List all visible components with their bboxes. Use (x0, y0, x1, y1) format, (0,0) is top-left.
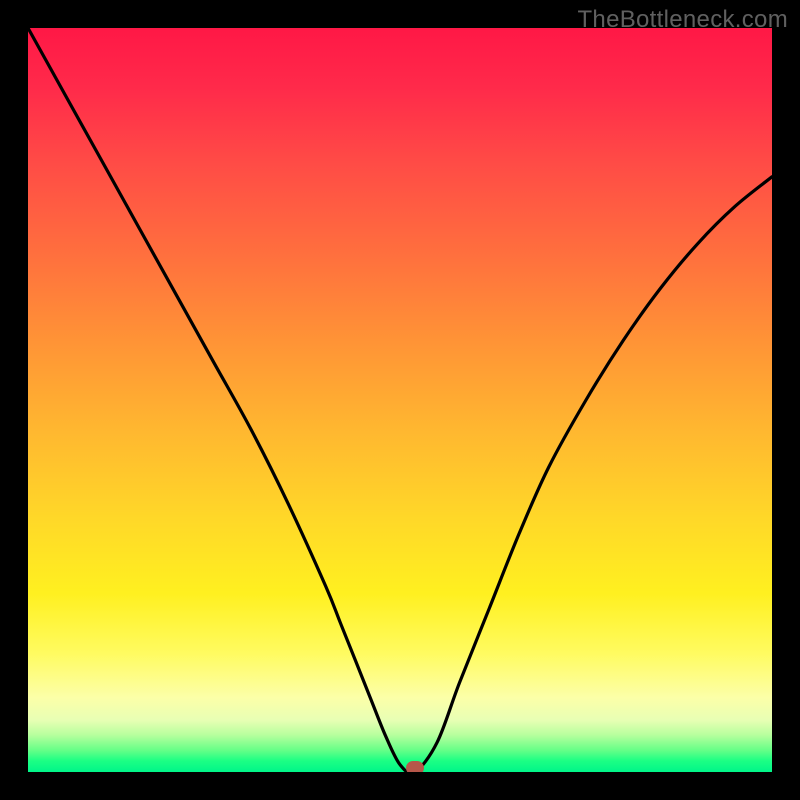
minimum-marker-icon (406, 761, 424, 772)
plot-area (28, 28, 772, 772)
watermark-text: TheBottleneck.com (577, 6, 788, 34)
bottleneck-curve (28, 28, 772, 772)
chart-frame: TheBottleneck.com (0, 0, 800, 800)
